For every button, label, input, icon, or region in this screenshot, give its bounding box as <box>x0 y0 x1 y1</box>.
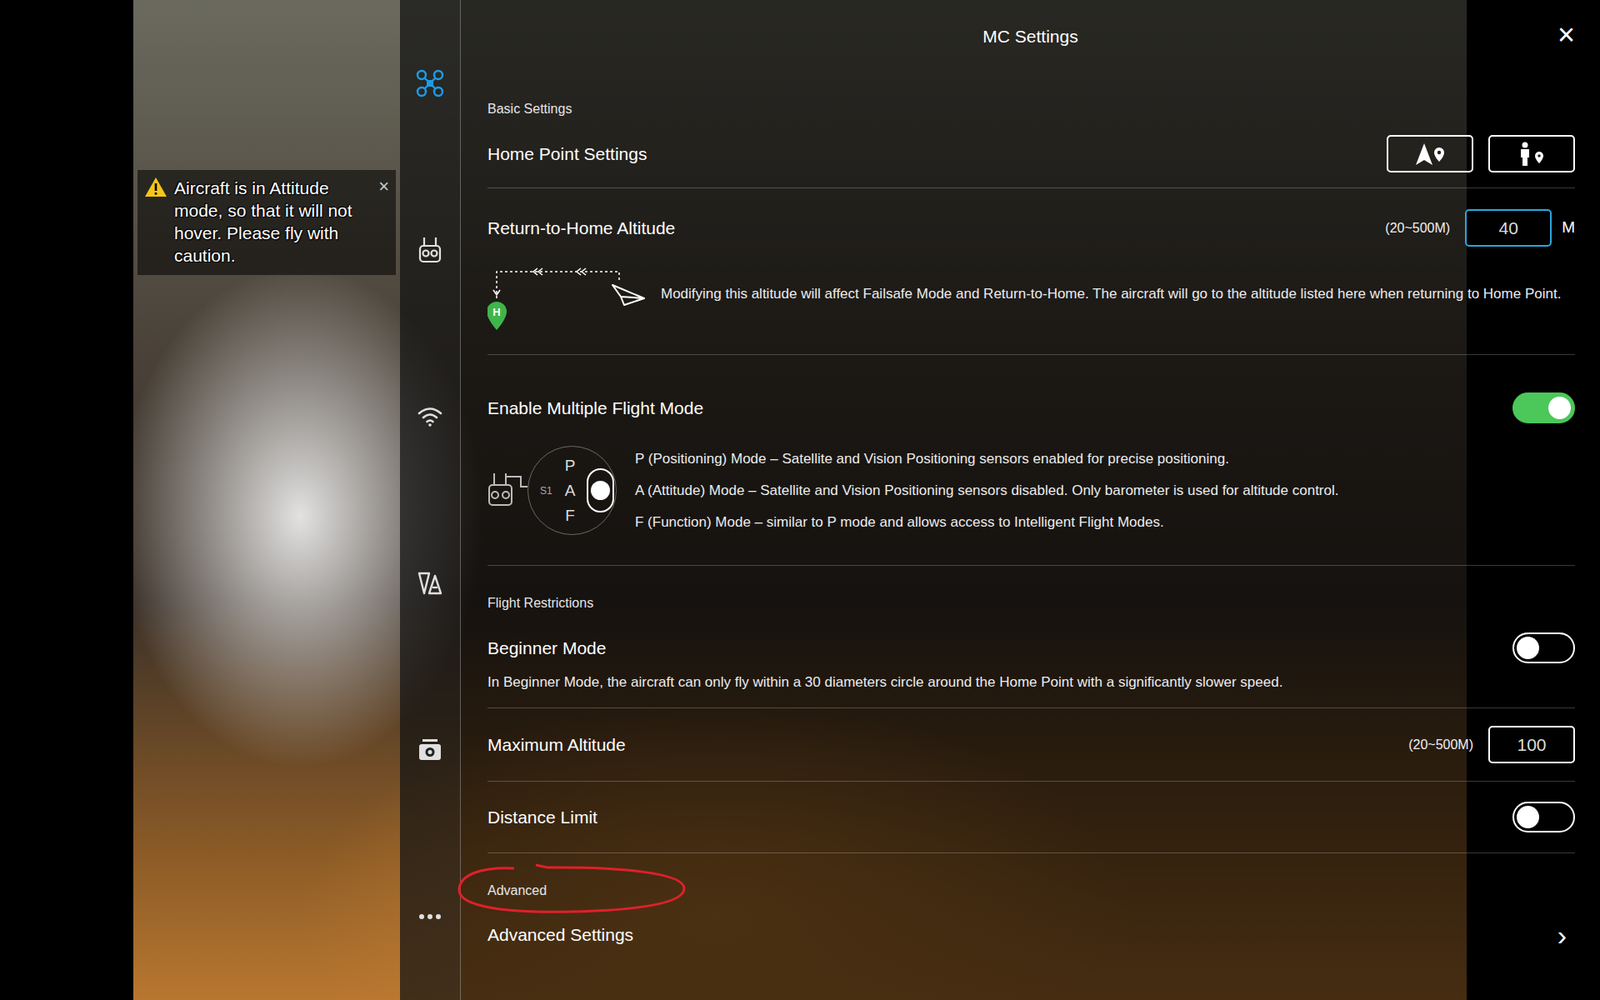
setting-label: Distance Limit <box>487 804 598 831</box>
setting-line: Return-to-Home Altitude (20~500M) 40 M <box>487 209 1575 247</box>
mc-settings-panel: MC Settings × Basic Settings Home Point Set… <box>460 0 1600 1000</box>
operator-location-icon <box>1514 141 1550 167</box>
number-setting: (20~500M) 100 <box>1408 725 1575 764</box>
camera-icon <box>417 738 443 762</box>
settings-section: Flight Restrictions Beginner Mode In Begin… <box>487 565 1575 854</box>
setting-label: Return-to-Home Altitude <box>487 215 675 242</box>
toggle-knob <box>1516 636 1540 660</box>
app-screen: MC Settings × Basic Settings Home Point Set… <box>0 0 1600 1000</box>
annotation-circle-icon <box>455 863 688 917</box>
mode-description: A (Attitude) Mode – Satellite and Vision… <box>635 481 1339 500</box>
aircraft-location-icon <box>1412 141 1448 167</box>
panel-title: MC Settings <box>982 23 1078 50</box>
section-title: Basic Settings <box>487 98 572 120</box>
setting-line: Distance Limit <box>487 801 1575 833</box>
number-field[interactable]: 40 <box>1465 209 1552 247</box>
more-icon <box>418 913 442 920</box>
section-title: Flight Restrictions <box>487 592 594 615</box>
setting-label: Home Point Settings <box>487 140 647 168</box>
rc-wrap <box>487 470 528 512</box>
panel-header: MC Settings × <box>460 0 1600 74</box>
setting-line: Enable Multiple Flight Mode <box>487 392 1575 424</box>
setting-label: Maximum Altitude <box>487 731 626 759</box>
setting-row: Beginner Mode In Beginner Mode, the aircr… <box>487 614 1575 709</box>
section-header: Flight Restrictions <box>487 565 1575 615</box>
settings-overlay: MC Settings × Basic Settings Home Point Set… <box>400 0 1600 1000</box>
mode-letter: A <box>563 482 577 500</box>
mode-switch-knob <box>590 480 610 500</box>
number-field[interactable]: 100 <box>1488 725 1575 764</box>
setting-row: Return-to-Home Altitude (20~500M) 40 M H Modi… <box>487 188 1575 355</box>
number-setting: (20~500M) 40 M <box>1385 209 1575 247</box>
setting-line: Home Point Settings <box>487 135 1575 173</box>
mode-letter: P <box>563 457 577 475</box>
home-point-buttons <box>1386 135 1575 173</box>
range-hint: (20~500M) <box>1408 735 1474 755</box>
setting-row: Home Point Settings <box>487 120 1575 189</box>
warning-text: Aircraft is in Attitude mode, so that it… <box>174 176 372 267</box>
toggle-switch[interactable] <box>1512 632 1575 664</box>
sidebar-item[interactable] <box>411 65 449 102</box>
display-icon <box>416 570 444 596</box>
toast-close-button[interactable]: × <box>378 176 390 197</box>
setting-description: In Beginner Mode, the aircraft can only … <box>487 673 1575 692</box>
setting-label: Beginner Mode <box>487 635 606 662</box>
advanced-settings-row[interactable]: Advanced Settings › <box>487 901 1575 969</box>
rth-diagram: H <box>487 256 646 332</box>
remote-icon <box>417 235 443 265</box>
mode-description: P (Positioning) Mode – Satellite and Vis… <box>635 450 1339 469</box>
setting-row: Enable Multiple Flight Mode S1 PAF P (Posit… <box>487 355 1575 566</box>
warning-icon <box>144 176 168 198</box>
sidebar-item[interactable] <box>411 231 449 269</box>
setting-description: Modifying this altitude will affect Fail… <box>660 285 1575 304</box>
sidebar-item[interactable] <box>411 565 449 602</box>
setting-label: Advanced Settings <box>487 921 634 949</box>
settings-list: Basic Settings Home Point Settings Return-… <box>460 73 1600 969</box>
mode-letters: PAF <box>563 457 577 525</box>
toggle-switch[interactable] <box>1512 801 1575 833</box>
toggle-switch[interactable] <box>1512 392 1575 424</box>
aircraft-icon <box>415 68 445 99</box>
switch-label: S1 <box>540 483 554 499</box>
sidebar-item[interactable] <box>411 731 449 769</box>
setting-row: Maximum Altitude (20~500M) 100 <box>487 708 1575 782</box>
setting-label: Enable Multiple Flight Mode <box>487 395 704 422</box>
toggle-knob <box>1548 396 1571 420</box>
section-header: Basic Settings <box>487 73 1575 120</box>
home-pin-label: H <box>492 305 500 319</box>
home-point-button[interactable] <box>1488 135 1575 173</box>
home-point-button[interactable] <box>1386 135 1474 173</box>
section-header: Advanced <box>487 853 1575 902</box>
toggle-knob <box>1516 805 1540 829</box>
flight-mode-info: S1 PAF P (Positioning) Mode – Satellite an… <box>487 445 1575 535</box>
setting-line: Advanced Settings › <box>487 918 1575 952</box>
close-button[interactable]: × <box>1557 18 1575 52</box>
mode-switch[interactable] <box>586 468 615 513</box>
setting-line: Maximum Altitude (20~500M) 100 <box>487 725 1575 764</box>
settings-section: Advanced Advanced Settings › <box>487 853 1575 969</box>
sidebar-item[interactable] <box>411 898 449 935</box>
warning-toast: Aircraft is in Attitude mode, so that it… <box>137 170 396 275</box>
mode-descriptions: P (Positioning) Mode – Satellite and Vis… <box>635 450 1339 532</box>
section-title: Advanced <box>487 880 547 902</box>
mode-letter: F <box>563 507 577 525</box>
setting-row: Distance Limit <box>487 781 1575 854</box>
mode-switch-dial: S1 PAF <box>527 445 617 535</box>
setting-line: Beginner Mode <box>487 632 1575 664</box>
chevron-icon[interactable]: › <box>1557 918 1575 952</box>
range-hint: (20~500M) <box>1385 218 1450 239</box>
settings-section: Basic Settings Home Point Settings Return-… <box>487 73 1575 566</box>
unit-label: M <box>1561 215 1575 240</box>
mode-description: F (Function) Mode – similar to P mode an… <box>635 513 1339 532</box>
sidebar-item[interactable] <box>411 398 449 435</box>
settings-sidebar <box>400 0 461 1000</box>
rth-diagram-row: H Modifying this altitude will affect Fai… <box>487 256 1575 332</box>
remote-controller-icon <box>487 470 528 512</box>
signal-icon <box>416 405 444 428</box>
